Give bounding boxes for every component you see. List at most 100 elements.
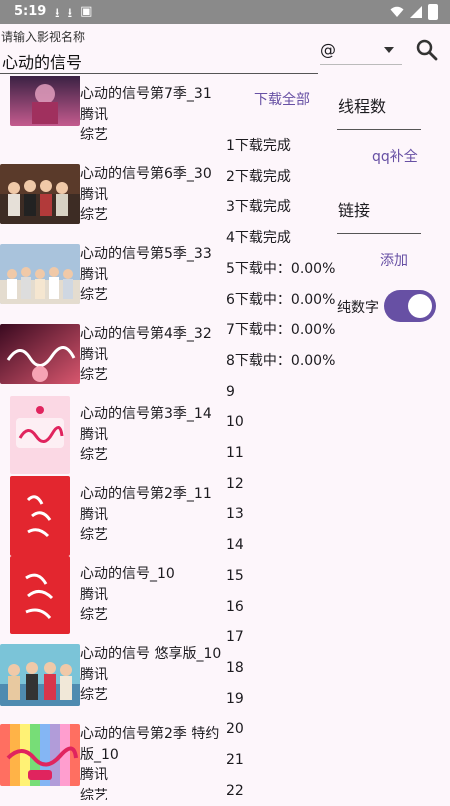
poster-thumbnail xyxy=(10,476,70,556)
download-notification-icon: ⭳ xyxy=(55,6,60,21)
site-select[interactable]: @ xyxy=(320,40,402,65)
battery-icon xyxy=(428,4,438,20)
download-notification-icon: ⭳ xyxy=(67,6,73,21)
item-title: 心动的信号_10 xyxy=(80,566,175,582)
download-status: 5下载中：0.00% xyxy=(226,260,336,277)
item-title: 心动的信号第2季_11 xyxy=(80,486,212,502)
poster-thumbnail xyxy=(0,324,80,384)
item-category: 综艺 xyxy=(80,367,108,383)
item-source: 腾讯 xyxy=(80,186,108,203)
notification-icons: ⭳ ⭳ ▣ xyxy=(55,4,92,26)
item-info: 心动的信号第5季_33 腾讯 综艺 xyxy=(80,244,212,306)
download-status: 9 xyxy=(226,383,235,400)
item-info: 心动的信号 悠享版_10 腾讯 综艺 xyxy=(80,644,221,706)
item-title: 心动的信号第5季_33 xyxy=(80,246,212,262)
wifi-icon xyxy=(390,6,404,17)
item-title: 心动的信号第2季 特约 xyxy=(80,726,220,742)
item-category: 综艺 xyxy=(80,787,108,801)
threads-field[interactable]: 线程数 xyxy=(338,93,386,117)
digits-only-label: 纯数字 xyxy=(337,300,379,316)
download-status: 15 xyxy=(226,567,244,584)
download-status: 13 xyxy=(226,506,244,523)
poster-thumbnail xyxy=(10,396,70,474)
list-item[interactable]: 心动的信号第4季_32 腾讯 综艺 xyxy=(0,316,222,396)
download-status: 4下载完成 xyxy=(226,230,291,247)
download-status: 21 xyxy=(226,752,244,769)
select-underline xyxy=(320,64,402,65)
item-category: 综艺 xyxy=(80,287,108,303)
download-status: 11 xyxy=(226,445,244,462)
download-status: 19 xyxy=(226,690,244,707)
item-category: 综艺 xyxy=(80,527,108,543)
dropdown-arrow-icon xyxy=(384,47,394,53)
download-status: 1下载完成 xyxy=(226,138,291,154)
status-time: 5:19 xyxy=(14,4,47,19)
item-category: 综艺 xyxy=(80,607,108,623)
toggle-knob xyxy=(408,294,432,318)
item-title-continued: 版_10 xyxy=(80,746,119,763)
item-category: 综艺 xyxy=(80,687,108,703)
download-status: 22 xyxy=(226,782,244,799)
threads-underline xyxy=(337,129,421,130)
download-status: 10 xyxy=(226,414,244,431)
download-status: 17 xyxy=(226,629,244,646)
item-source: 腾讯 xyxy=(80,266,108,283)
item-info: 心动的信号第2季 特约 版_10 腾讯 综艺 xyxy=(80,724,219,800)
item-category: 综艺 xyxy=(80,207,108,223)
status-bar: 5:19 ⭳ ⭳ ▣ xyxy=(0,0,450,24)
item-info: 心动的信号第3季_14 腾讯 综艺 xyxy=(80,404,212,466)
digits-only-toggle[interactable] xyxy=(384,290,436,322)
item-source: 腾讯 xyxy=(80,346,108,363)
item-title: 心动的信号第7季_31 xyxy=(80,86,212,102)
system-icons xyxy=(390,4,438,20)
download-all-button[interactable]: 下载全部 xyxy=(254,89,310,109)
item-source: 腾讯 xyxy=(80,666,108,683)
item-source: 腾讯 xyxy=(80,426,108,443)
download-status: 14 xyxy=(226,537,244,554)
download-status: 6下载中：0.00% xyxy=(226,291,336,308)
item-source: 腾讯 xyxy=(80,106,108,123)
item-info: 心动的信号第7季_31 腾讯 综艺 xyxy=(80,84,212,146)
poster-thumbnail xyxy=(0,164,80,224)
item-source: 腾讯 xyxy=(80,767,108,783)
app-notification-icon: ▣ xyxy=(80,4,93,19)
poster-thumbnail xyxy=(0,244,80,304)
site-select-value: @ xyxy=(320,40,336,59)
list-item[interactable]: 心动的信号第3季_14 腾讯 综艺 xyxy=(0,396,222,476)
download-status: 2下载完成 xyxy=(226,168,291,185)
list-item[interactable]: 心动的信号第6季_30 腾讯 综艺 xyxy=(0,156,222,236)
poster-thumbnail xyxy=(0,724,80,786)
download-status: 3下载完成 xyxy=(226,199,291,216)
item-info: 心动的信号第2季_11 腾讯 综艺 xyxy=(80,484,212,546)
item-title: 心动的信号第6季_30 xyxy=(80,166,212,182)
poster-thumbnail xyxy=(10,556,70,634)
signal-icon xyxy=(410,6,422,18)
list-item[interactable]: 心动的信号第2季_11 腾讯 综艺 xyxy=(0,476,222,556)
download-status: 18 xyxy=(226,659,244,676)
search-hint-label: 请输入影视名称 xyxy=(1,30,86,44)
poster-thumbnail xyxy=(0,644,80,706)
search-icon[interactable] xyxy=(414,37,440,63)
list-item[interactable]: 心动的信号_10 腾讯 综艺 xyxy=(0,556,222,636)
download-status: 8下载中：0.00% xyxy=(226,352,336,369)
item-title: 心动的信号 悠享版_10 xyxy=(80,646,222,662)
item-category: 综艺 xyxy=(80,447,108,463)
search-input[interactable] xyxy=(0,48,318,74)
link-field[interactable]: 链接 xyxy=(338,197,370,221)
poster-thumbnail xyxy=(10,76,80,126)
item-info: 心动的信号第6季_30 腾讯 综艺 xyxy=(80,164,212,226)
download-status: 12 xyxy=(226,475,244,492)
qq-complete-button[interactable]: qq补全 xyxy=(372,146,418,166)
list-item[interactable]: 心动的信号第7季_31 腾讯 综艺 xyxy=(0,76,222,156)
list-item[interactable]: 心动的信号 悠享版_10 腾讯 综艺 xyxy=(0,636,222,716)
download-status: 20 xyxy=(226,721,244,738)
item-source: 腾讯 xyxy=(80,586,108,603)
settings-panel: 线程数 qq补全 链接 添加 纯数字 xyxy=(337,76,450,376)
download-status-list: 1下载完成 2下载完成 3下载完成 4下载完成 5下载中：0.00% 6下载中：… xyxy=(226,131,335,806)
list-item[interactable]: 心动的信号第5季_33 腾讯 综艺 xyxy=(0,236,222,316)
link-underline xyxy=(337,233,421,234)
item-title: 心动的信号第3季_14 xyxy=(80,406,212,422)
item-source: 腾讯 xyxy=(80,506,108,523)
add-button[interactable]: 添加 xyxy=(380,250,408,270)
list-item[interactable]: 心动的信号第2季 特约 版_10 腾讯 综艺 xyxy=(0,716,222,800)
